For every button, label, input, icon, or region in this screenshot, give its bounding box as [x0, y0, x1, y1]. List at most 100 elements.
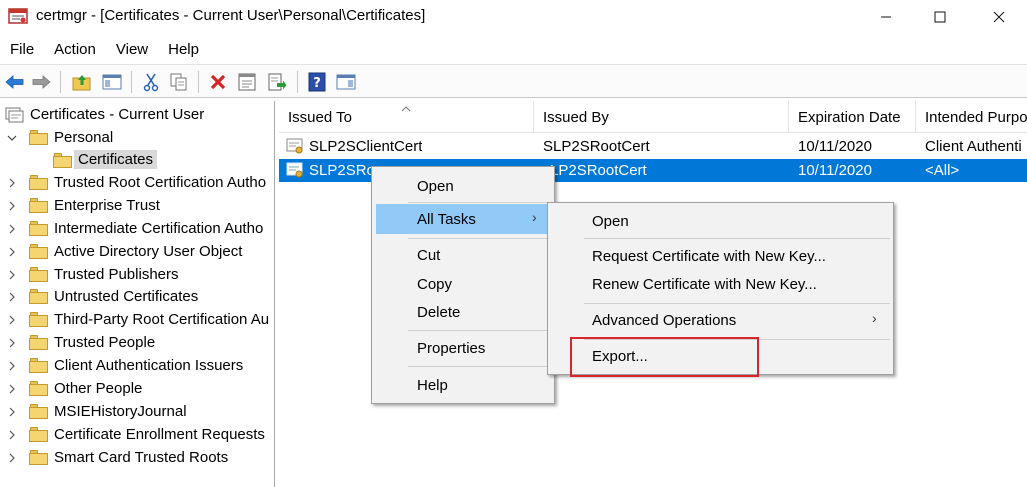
tree-item-certificates[interactable]: Certificates — [0, 149, 274, 171]
tree-item[interactable]: Active Directory User Object — [0, 241, 274, 263]
tree-item-label: Certificate Enrollment Requests — [54, 425, 265, 443]
tree-item[interactable]: Smart Card Trusted Roots — [0, 447, 274, 469]
tree-item-label: Trusted Publishers — [54, 265, 179, 283]
chevron-right-icon[interactable] — [6, 177, 18, 189]
up-folder-icon[interactable] — [71, 71, 93, 93]
tree-item-personal[interactable]: Personal — [0, 127, 274, 149]
chevron-right-icon[interactable] — [6, 383, 18, 395]
chevron-right-icon[interactable] — [6, 223, 18, 235]
submenu-item-advanced-operations[interactable]: Advanced Operations › — [548, 307, 893, 335]
menu-item-open[interactable]: Open — [372, 171, 554, 201]
chevron-right-icon[interactable] — [6, 406, 18, 418]
export-highlight-box — [570, 337, 759, 377]
tree-item-label: Third-Party Root Certification Au — [54, 311, 270, 329]
show-hide-tree-icon[interactable] — [101, 71, 123, 93]
tree-item[interactable]: Trusted Publishers — [0, 264, 274, 286]
minimize-button[interactable] — [863, 0, 909, 34]
chevron-right-icon[interactable] — [6, 269, 18, 281]
forward-arrow-icon[interactable] — [30, 71, 52, 93]
cut-icon[interactable] — [140, 71, 162, 93]
certmgr-app-icon — [8, 6, 28, 26]
certificate-store-icon — [5, 107, 25, 127]
chevron-right-icon[interactable] — [6, 360, 18, 372]
submenu-item-request-new-key[interactable]: Request Certificate with New Key... — [548, 243, 893, 271]
toolbar-separator — [60, 71, 61, 93]
svg-text:?: ? — [313, 76, 321, 91]
chevron-right-icon[interactable] — [6, 246, 18, 258]
menu-item-label: Properties — [417, 340, 486, 357]
tree-item-label: Personal — [54, 129, 114, 146]
cell-expiration: 10/11/2020 — [798, 162, 872, 179]
tree-item[interactable]: Client Authentication Issuers — [0, 355, 274, 377]
chevron-right-icon[interactable] — [6, 452, 18, 464]
tree-item[interactable]: Trusted People — [0, 332, 274, 354]
tree-root[interactable]: Certificates - Current User — [0, 104, 274, 127]
properties-icon[interactable] — [236, 71, 258, 93]
chevron-right-icon[interactable] — [6, 291, 18, 303]
folder-icon — [29, 197, 48, 213]
help-icon[interactable]: ? — [306, 71, 328, 93]
chevron-right-icon[interactable] — [6, 200, 18, 212]
table-row[interactable]: SLP2SClientCert SLP2SRootCert 10/11/2020… — [279, 135, 1027, 158]
folder-icon — [29, 403, 48, 419]
menu-item-label: Advanced Operations — [592, 312, 737, 329]
window-title: certmgr - [Certificates - Current User\P… — [36, 7, 426, 24]
tree-item[interactable]: MSIEHistoryJournal — [0, 401, 274, 423]
menu-separator — [584, 303, 890, 304]
tree-item[interactable]: Certificate Enrollment Requests — [0, 424, 274, 446]
chevron-right-icon[interactable] — [6, 429, 18, 441]
chevron-right-icon[interactable] — [6, 337, 18, 349]
column-expiration-date[interactable]: Expiration Date — [789, 101, 916, 133]
menu-item-delete[interactable]: Delete — [372, 298, 554, 326]
column-issued-by[interactable]: Issued By — [534, 101, 789, 133]
toolbar: ? — [0, 64, 1027, 98]
menu-help[interactable]: Help — [158, 41, 209, 58]
cell-expiration: 10/11/2020 — [798, 138, 872, 155]
tree-item[interactable]: Untrusted Certificates — [0, 286, 274, 308]
column-intended-purpose[interactable]: Intended Purpo — [916, 101, 1027, 133]
folder-icon — [29, 358, 48, 374]
tree-item[interactable]: Intermediate Certification Autho — [0, 218, 274, 240]
tree-item-label: Other People — [54, 380, 143, 397]
menu-item-label: Renew Certificate with New Key... — [592, 276, 817, 293]
delete-icon[interactable] — [207, 71, 229, 93]
menu-action[interactable]: Action — [44, 41, 106, 58]
tree-item-label: Smart Card Trusted Roots — [54, 448, 229, 466]
menu-item-copy[interactable]: Copy — [372, 270, 554, 298]
tree-item[interactable]: Enterprise Trust — [0, 195, 274, 217]
close-button[interactable] — [976, 0, 1022, 34]
submenu-item-open[interactable]: Open — [548, 206, 893, 236]
cell-issued-by: LP2SRootCert — [550, 162, 647, 179]
tree-item-label: Intermediate Certification Autho — [54, 219, 264, 237]
tree-item[interactable]: Other People — [0, 378, 274, 400]
tree-item[interactable]: Third-Party Root Certification Au — [0, 309, 274, 331]
chevron-right-icon[interactable] — [6, 314, 18, 326]
folder-icon — [29, 289, 48, 305]
menu-item-properties[interactable]: Properties — [372, 334, 554, 362]
tree-item-label: Trusted People — [54, 334, 156, 352]
folder-icon — [29, 335, 48, 351]
menu-item-cut[interactable]: Cut — [372, 241, 554, 269]
submenu-item-renew-new-key[interactable]: Renew Certificate with New Key... — [548, 271, 893, 299]
tree-item[interactable]: Trusted Root Certification Autho — [0, 172, 274, 194]
menu-item-all-tasks[interactable]: All Tasks › — [376, 204, 548, 234]
menu-separator — [408, 202, 552, 203]
action-pane-icon[interactable] — [335, 71, 357, 93]
menu-item-help[interactable]: Help — [372, 371, 554, 399]
back-arrow-icon[interactable] — [4, 71, 26, 93]
folder-icon — [29, 266, 48, 282]
menu-bar: File Action View Help — [0, 36, 1027, 62]
toolbar-separator — [131, 71, 132, 93]
copy-icon[interactable] — [168, 71, 190, 93]
chevron-down-icon[interactable] — [6, 132, 18, 144]
menu-file[interactable]: File — [0, 41, 44, 58]
export-list-icon[interactable] — [266, 71, 288, 93]
menu-separator — [408, 330, 552, 331]
folder-icon — [29, 130, 48, 145]
menu-item-label: Open — [592, 213, 629, 230]
tree-item-label: Untrusted Certificates — [54, 288, 199, 306]
maximize-button[interactable] — [917, 0, 963, 34]
menu-view[interactable]: View — [106, 41, 158, 58]
tree-item-label: Trusted Root Certification Autho — [54, 173, 267, 191]
toolbar-separator — [297, 71, 298, 93]
